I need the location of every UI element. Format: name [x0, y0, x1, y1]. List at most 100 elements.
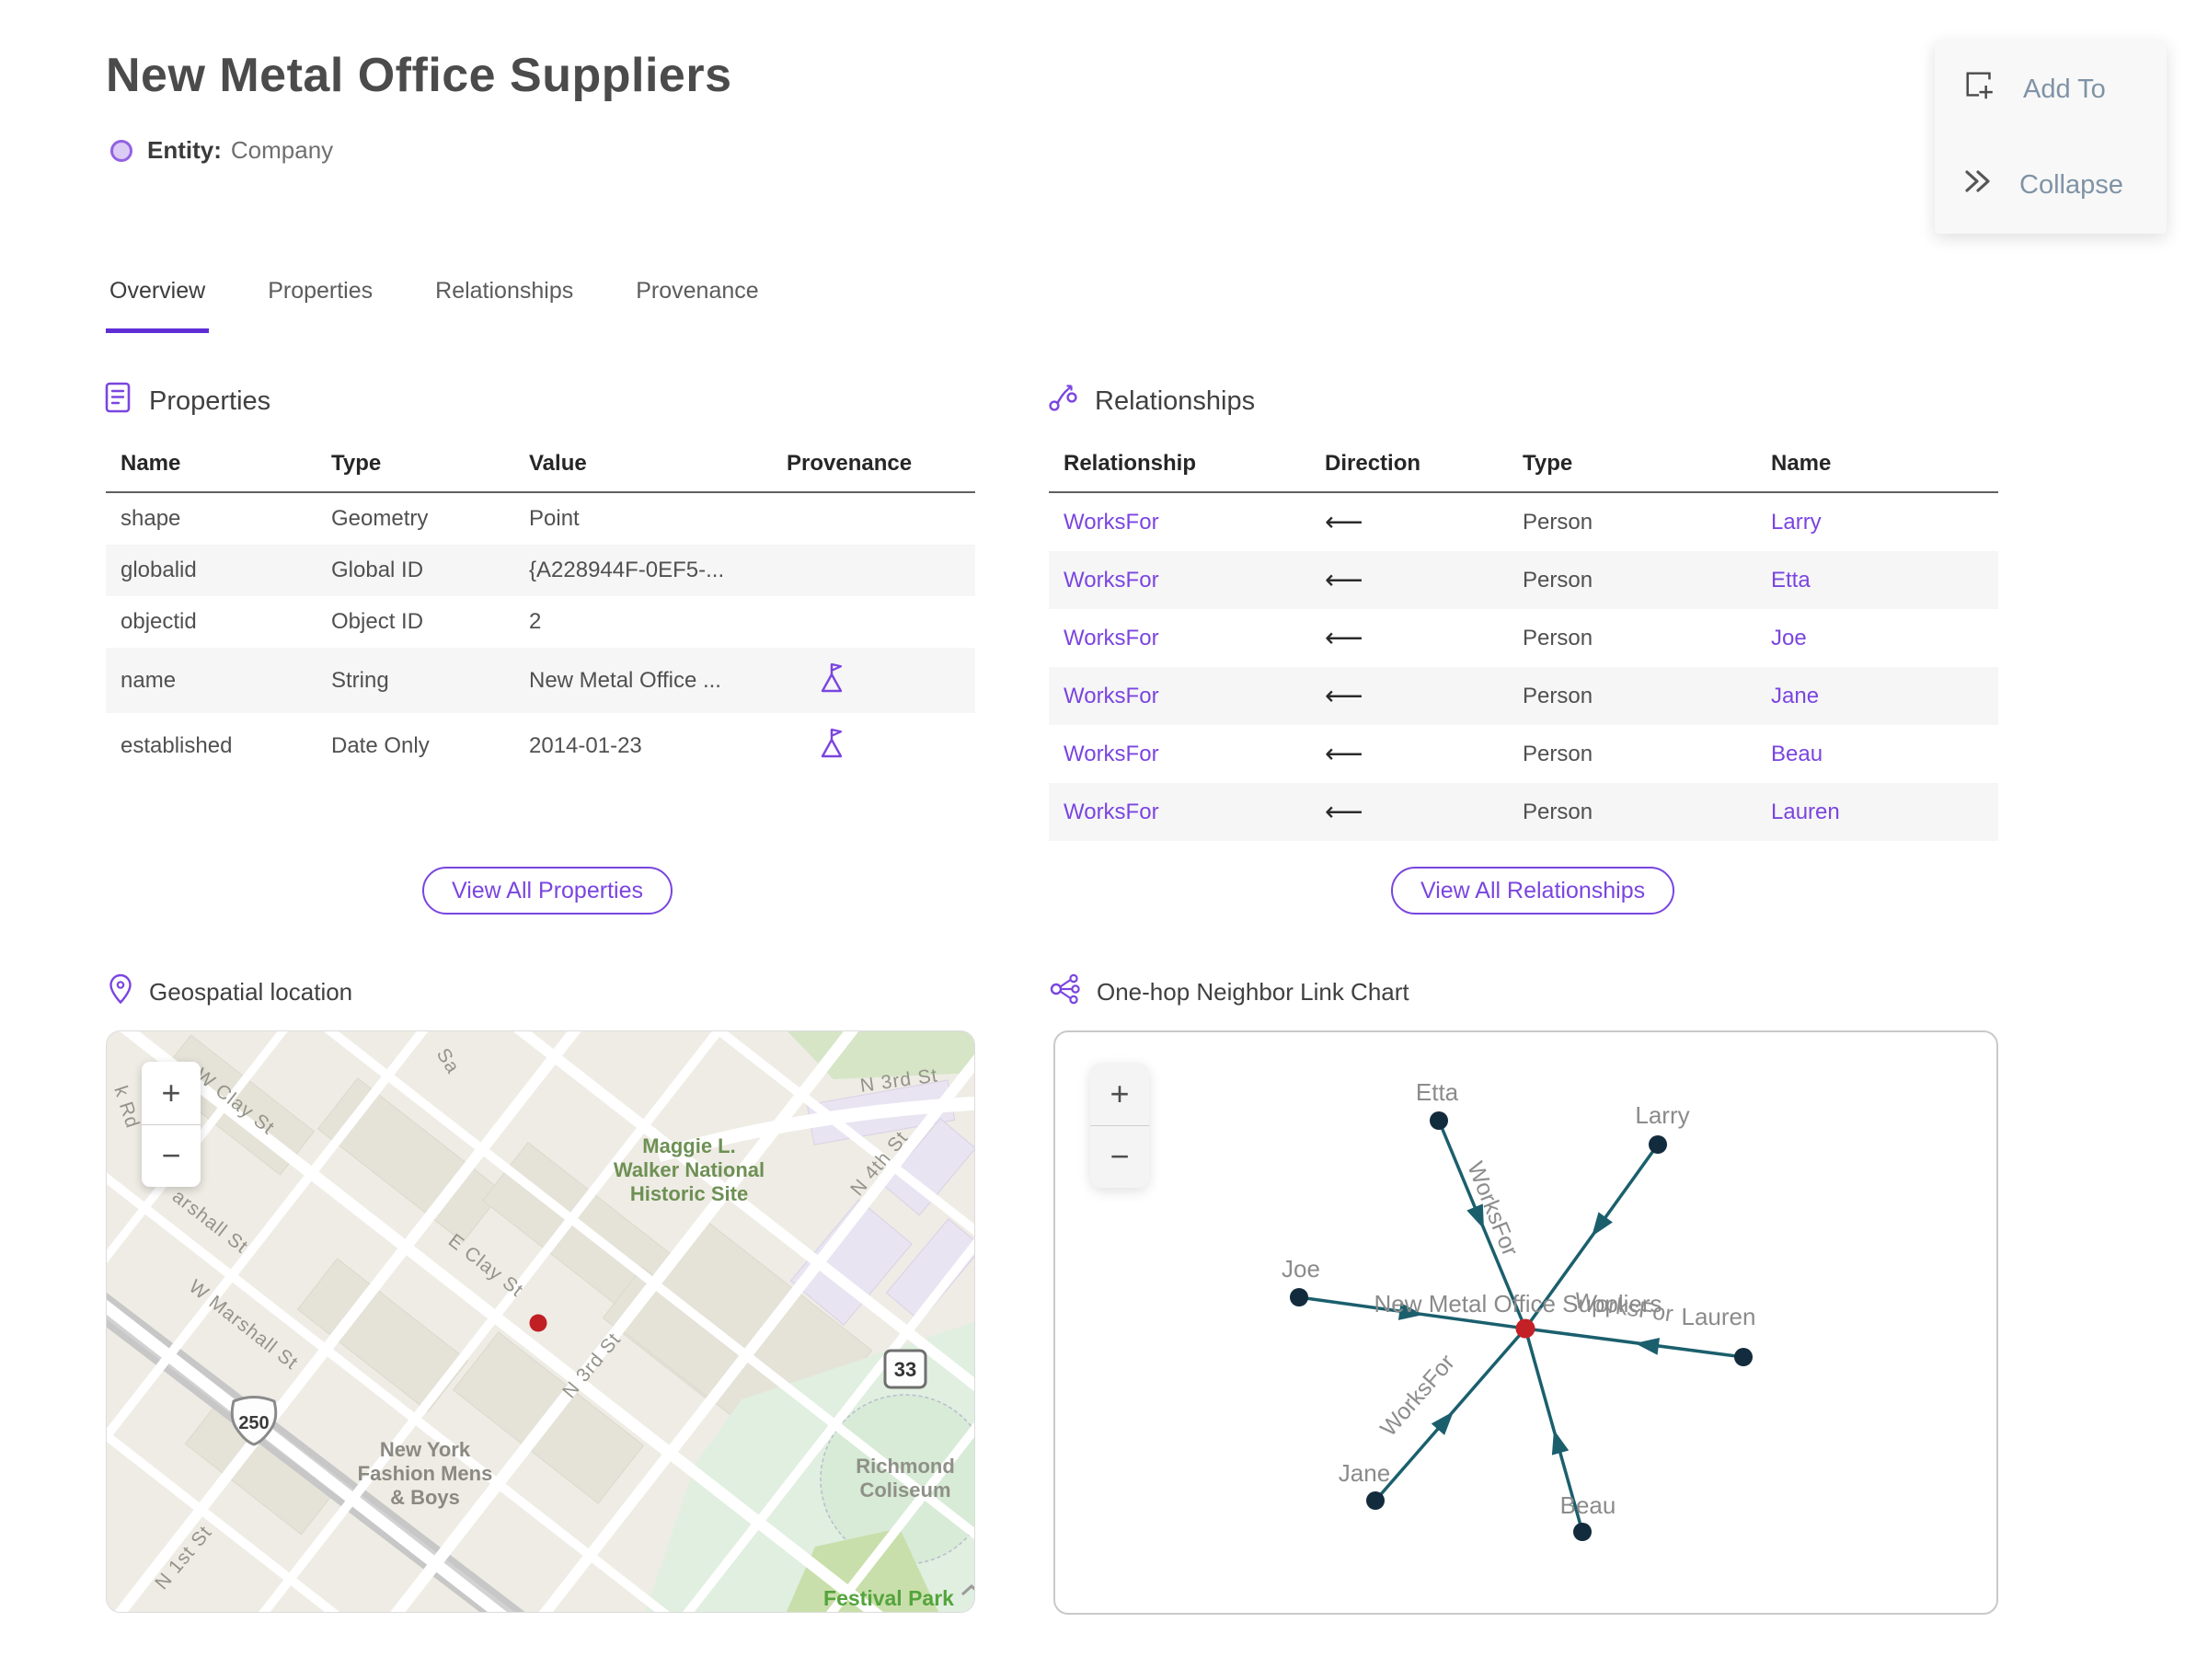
- link-chart-graphics: WorksFor WorksFor WorksFor Etta Larry Jo…: [1282, 1078, 1755, 1541]
- view-all-properties-button[interactable]: View All Properties: [422, 867, 673, 915]
- direction-arrow: ⟵: [1325, 798, 1363, 827]
- place-label: Walker National: [614, 1158, 765, 1181]
- node-etta[interactable]: [1430, 1111, 1448, 1130]
- table-row: WorksFor ⟵ Person Jane: [1049, 667, 1998, 725]
- map-zoom-control: + −: [142, 1062, 201, 1187]
- place-label: Richmond: [856, 1455, 955, 1478]
- node-label: Etta: [1416, 1078, 1459, 1106]
- column-header: Name: [106, 440, 331, 493]
- quick-menu: Add To Collapse: [1935, 40, 2167, 234]
- properties-table: Name Type Value Provenance shape Geometr…: [106, 440, 975, 778]
- cell-value: 2014-01-23: [529, 732, 642, 758]
- map-zoom-out-button[interactable]: −: [142, 1125, 201, 1188]
- direction-arrow: ⟵: [1325, 682, 1363, 711]
- node-larry[interactable]: [1649, 1135, 1667, 1154]
- direction-arrow: ⟵: [1325, 508, 1363, 537]
- cell-type: String: [331, 667, 389, 693]
- entity-type-icon: [110, 139, 132, 162]
- table-row: objectid Object ID 2: [106, 596, 975, 648]
- entity-type: Company: [230, 136, 334, 164]
- geospatial-heading: Geospatial location: [109, 973, 352, 1011]
- cell-name: established: [121, 732, 233, 758]
- place-label: New York: [380, 1438, 471, 1461]
- geospatial-heading-label: Geospatial location: [149, 978, 353, 1006]
- node-label: Larry: [1635, 1101, 1689, 1129]
- entity-link[interactable]: Etta: [1771, 568, 1811, 593]
- chart-zoom-in-button[interactable]: +: [1090, 1063, 1149, 1126]
- link-chart-canvas[interactable]: WorksFor WorksFor WorksFor Etta Larry Jo…: [1053, 1030, 1998, 1615]
- node-jane[interactable]: [1366, 1491, 1385, 1510]
- tab-provenance[interactable]: Provenance: [632, 278, 762, 333]
- page-title: New Metal Office Suppliers: [106, 49, 732, 102]
- place-label: Festival Park: [823, 1586, 954, 1610]
- provenance-flag-icon[interactable]: [819, 661, 846, 700]
- node-lauren[interactable]: [1734, 1348, 1753, 1366]
- onehop-heading-label: One-hop Neighbor Link Chart: [1097, 978, 1409, 1006]
- node-joe[interactable]: [1290, 1288, 1308, 1306]
- entity-link[interactable]: Joe: [1771, 626, 1807, 650]
- view-all-relationships-button[interactable]: View All Relationships: [1391, 867, 1675, 915]
- tab-bar: Overview Properties Relationships Proven…: [106, 278, 763, 333]
- entity-row: Entity: Company: [110, 136, 333, 165]
- relationship-link[interactable]: WorksFor: [1064, 800, 1159, 824]
- entity-link[interactable]: Lauren: [1771, 800, 1840, 824]
- relationships-table: Relationship Direction Type Name WorksFo…: [1049, 440, 1998, 841]
- column-header: Value: [529, 440, 787, 493]
- table-row: globalid Global ID {A228944F-0EF5-...: [106, 545, 975, 596]
- relationship-link[interactable]: WorksFor: [1064, 510, 1159, 535]
- relationship-link[interactable]: WorksFor: [1064, 626, 1159, 650]
- add-to-button[interactable]: Add To: [1962, 68, 2167, 110]
- tab-overview[interactable]: Overview: [106, 278, 210, 333]
- collapse-button[interactable]: Collapse: [1962, 167, 2167, 202]
- column-header: Type: [1523, 440, 1771, 493]
- properties-header-row: Name Type Value Provenance: [106, 440, 975, 493]
- collapse-label: Collapse: [2019, 169, 2123, 200]
- table-row: WorksFor ⟵ Person Larry: [1049, 492, 1998, 551]
- cell-type: Person: [1523, 625, 1593, 650]
- cell-provenance: [787, 648, 975, 713]
- node-label: Jane: [1339, 1459, 1390, 1487]
- chart-zoom-out-button[interactable]: −: [1090, 1126, 1149, 1189]
- place-label: Maggie L.: [642, 1134, 735, 1157]
- center-node[interactable]: [1515, 1318, 1535, 1339]
- collapse-icon: [1962, 167, 1994, 202]
- entity-marker[interactable]: [529, 1314, 547, 1332]
- relationship-link[interactable]: WorksFor: [1064, 568, 1159, 593]
- entity-link[interactable]: Jane: [1771, 684, 1819, 708]
- cell-name: shape: [121, 506, 181, 531]
- map-canvas[interactable]: k Rd W Clay St Sa N 3rd St N 4th St arsh…: [106, 1030, 975, 1613]
- place-label: & Boys: [390, 1486, 460, 1509]
- node-beau[interactable]: [1573, 1523, 1592, 1541]
- entity-link[interactable]: Beau: [1771, 742, 1823, 766]
- relationship-link[interactable]: WorksFor: [1064, 742, 1159, 766]
- cell-type: Person: [1523, 567, 1593, 593]
- relationships-header-row: Relationship Direction Type Name: [1049, 440, 1998, 493]
- properties-heading: Properties: [103, 382, 270, 420]
- table-row: WorksFor ⟵ Person Lauren: [1049, 783, 1998, 841]
- relationships-icon: [1047, 382, 1078, 420]
- cell-type: Date Only: [331, 732, 430, 758]
- tab-properties[interactable]: Properties: [264, 278, 376, 333]
- map-graphics: k Rd W Clay St Sa N 3rd St N 4th St arsh…: [107, 1031, 974, 1612]
- node-label: Joe: [1282, 1255, 1320, 1283]
- entity-label: Entity:: [147, 136, 222, 164]
- edge[interactable]: [1524, 1327, 1744, 1359]
- cell-name: globalid: [121, 558, 197, 582]
- column-header: Provenance: [787, 440, 975, 493]
- tab-relationships[interactable]: Relationships: [431, 278, 577, 333]
- cell-type: Person: [1523, 509, 1593, 535]
- relationship-link[interactable]: WorksFor: [1064, 684, 1159, 708]
- svg-text:250: 250: [238, 1413, 269, 1433]
- node-label: Beau: [1560, 1491, 1616, 1519]
- table-row: WorksFor ⟵ Person Beau: [1049, 725, 1998, 783]
- provenance-flag-icon[interactable]: [819, 726, 846, 765]
- entity-link[interactable]: Larry: [1771, 510, 1822, 535]
- center-node-label: New Metal Office Suppliers: [1374, 1290, 1662, 1318]
- cell-value: {A228944F-0EF5-...: [529, 558, 725, 582]
- properties-icon: [103, 382, 132, 420]
- map-zoom-in-button[interactable]: +: [142, 1062, 201, 1125]
- table-row: WorksFor ⟵ Person Etta: [1049, 551, 1998, 609]
- add-to-label: Add To: [2023, 74, 2106, 104]
- chart-zoom-control: + −: [1090, 1063, 1149, 1188]
- link-chart-icon: [1049, 973, 1080, 1011]
